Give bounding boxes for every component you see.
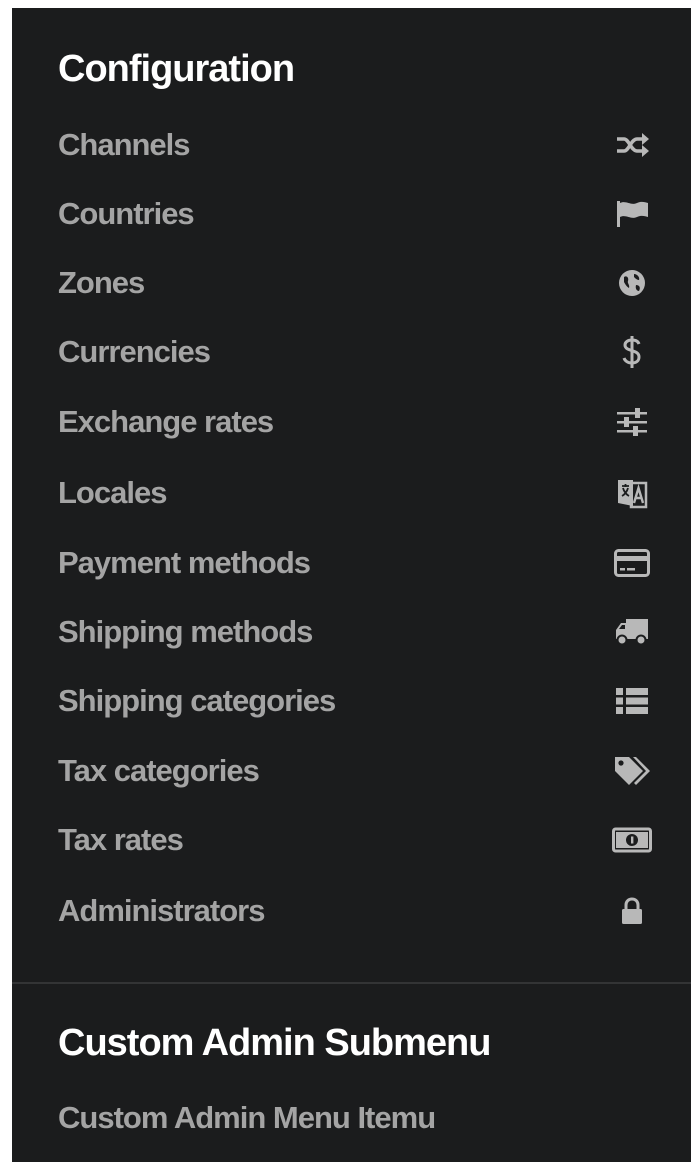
translate-icon	[612, 475, 652, 511]
menu-item-locales[interactable]: Locales	[12, 464, 691, 522]
flag-icon	[612, 196, 652, 232]
menu-item-zones[interactable]: Zones	[12, 254, 691, 312]
shuffle-icon	[612, 127, 652, 163]
money-icon	[612, 822, 652, 858]
menu-item-administrators[interactable]: Administrators	[12, 882, 691, 940]
menu-item-label: Countries	[58, 196, 195, 231]
menu-item-currencies[interactable]: Currencies	[12, 323, 691, 381]
globe-icon	[612, 265, 652, 301]
menu-item-label: Locales	[58, 475, 167, 510]
menu-item-channels[interactable]: Channels	[12, 116, 691, 174]
custom-admin-submenu-title: Custom Admin Submenu	[58, 1022, 491, 1064]
menu-item-label: Payment methods	[58, 545, 311, 580]
menu-item-label: Currencies	[58, 334, 211, 369]
tags-icon	[612, 753, 652, 789]
menu-item-shipping-categories[interactable]: Shipping categories	[12, 672, 691, 730]
menu-item-tax-rates[interactable]: Tax rates	[12, 811, 691, 869]
menu-item-exchange-rates[interactable]: Exchange rates	[12, 393, 691, 451]
menu-item-label: Shipping categories	[58, 683, 336, 718]
menu-item-label: Administrators	[58, 893, 265, 928]
menu-item-custom-admin-menu-itemu[interactable]: Custom Admin Menu Itemu	[12, 1089, 691, 1147]
menu-item-label: Tax categories	[58, 753, 260, 788]
dollar-icon	[612, 334, 652, 370]
menu-item-label: Tax rates	[58, 822, 184, 857]
section-divider	[12, 982, 691, 984]
sliders-icon	[612, 404, 652, 440]
configuration-section-title: Configuration	[58, 48, 295, 90]
menu-item-label: Channels	[58, 127, 191, 162]
list-icon	[612, 683, 652, 719]
admin-sidebar: Configuration Channels Countries Zones C…	[12, 8, 691, 1162]
menu-item-countries[interactable]: Countries	[12, 185, 691, 243]
menu-item-label: Shipping methods	[58, 614, 313, 649]
truck-icon	[612, 614, 652, 650]
menu-item-label: Custom Admin Menu Itemu	[58, 1100, 436, 1135]
menu-item-tax-categories[interactable]: Tax categories	[12, 742, 691, 800]
lock-icon	[612, 893, 652, 929]
menu-item-shipping-methods[interactable]: Shipping methods	[12, 603, 691, 661]
menu-item-label: Zones	[58, 265, 145, 300]
menu-item-payment-methods[interactable]: Payment methods	[12, 534, 691, 592]
credit-card-icon	[612, 545, 652, 581]
menu-item-label: Exchange rates	[58, 404, 274, 439]
